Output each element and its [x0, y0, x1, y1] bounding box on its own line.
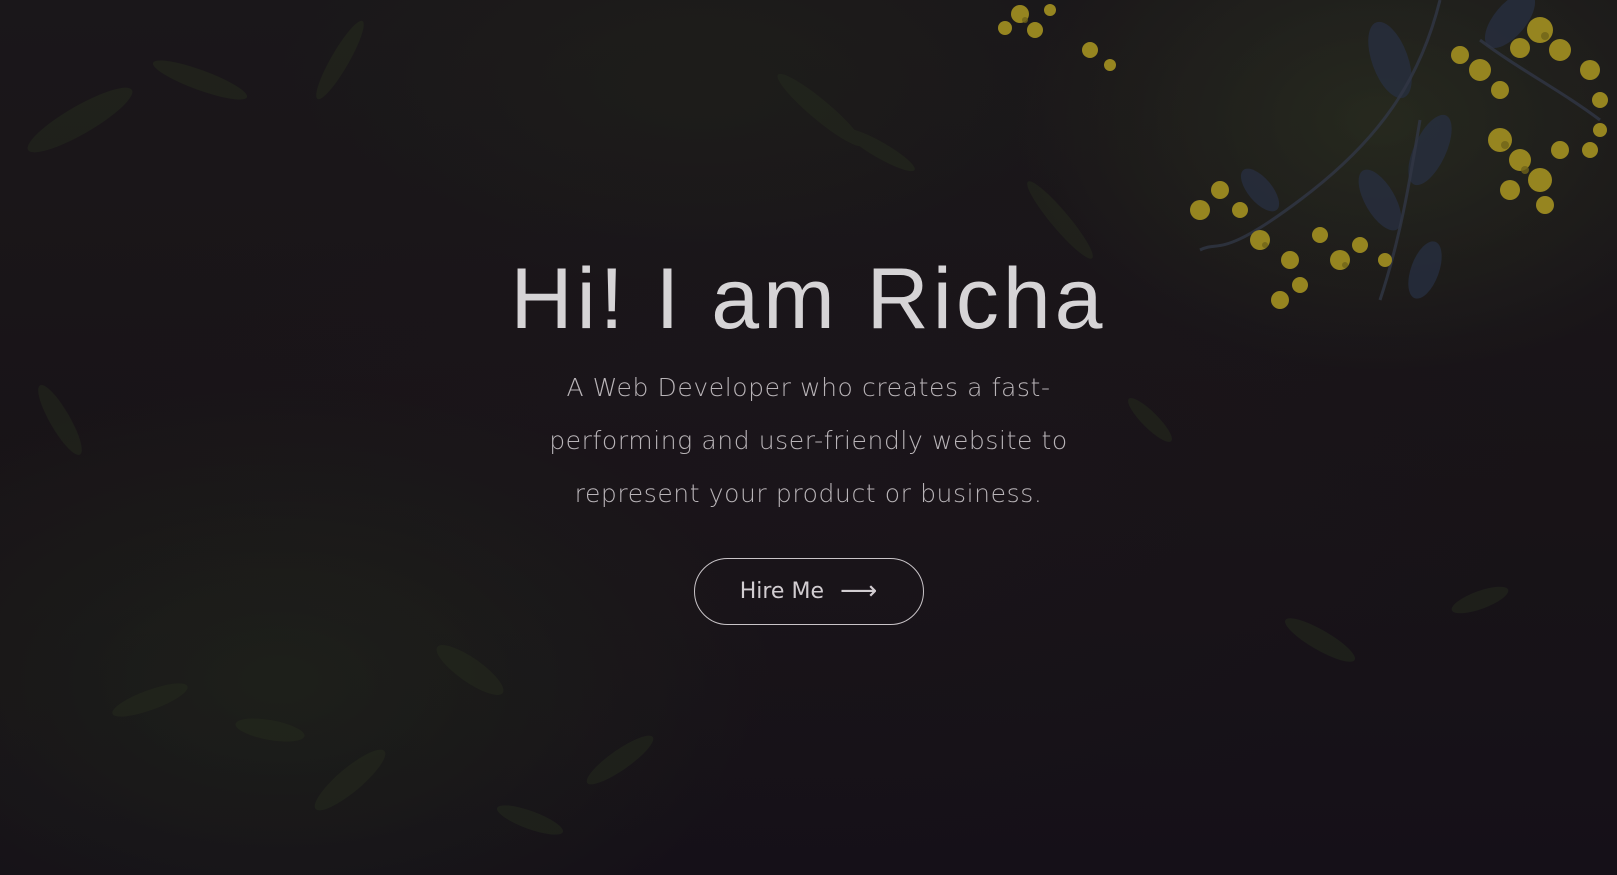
hero-content: Hi! I am Richa A Web Developer who creat…	[0, 252, 1617, 625]
hire-me-button[interactable]: Hire Me ⟶	[693, 557, 924, 625]
hero-subtitle: A Web Developer who creates a fast-perfo…	[549, 372, 1068, 508]
arrow-right-icon: ⟶	[839, 576, 878, 607]
hire-me-label: Hire Me	[739, 578, 824, 604]
hero-section: Hi! I am Richa A Web Developer who creat…	[0, 0, 1617, 875]
hero-title: Hi! I am Richa	[510, 251, 1107, 347]
